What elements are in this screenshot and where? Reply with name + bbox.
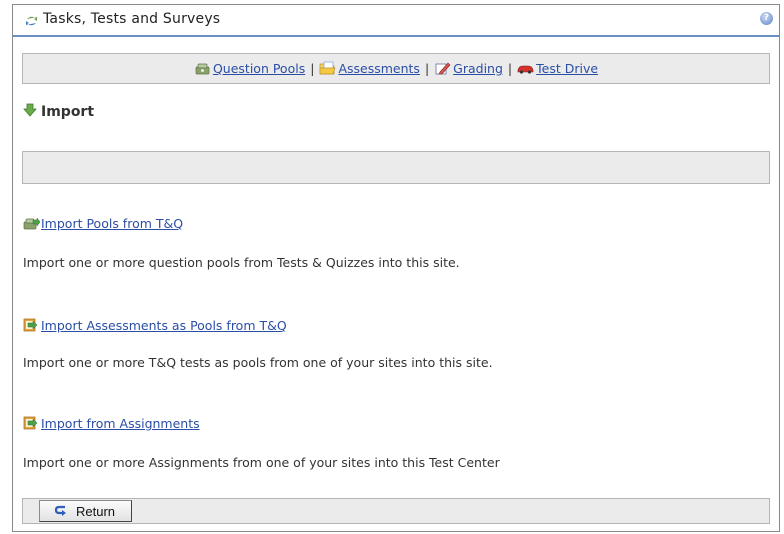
import-option-link-row: Import Assessments as Pools from T&Q xyxy=(23,318,287,333)
import-document-icon xyxy=(23,318,38,332)
button-bar: Return xyxy=(22,498,770,524)
return-arrow-icon xyxy=(54,505,66,516)
import-pools-description: Import one or more question pools from T… xyxy=(23,255,460,270)
import-pools-icon xyxy=(23,217,40,230)
return-button-label: Return xyxy=(76,504,116,519)
nav-assessments-link[interactable]: Assessments xyxy=(338,61,420,76)
import-arrow-icon xyxy=(23,103,37,117)
import-assessments-link[interactable]: Import Assessments as Pools from T&Q xyxy=(41,318,287,333)
help-icon[interactable]: ? xyxy=(760,12,773,25)
import-assignments-description: Import one or more Assignments from one … xyxy=(23,455,500,470)
tool-nav-bar: Question Pools | Assessments | Grading | Te… xyxy=(22,53,770,84)
page-title: Import xyxy=(41,104,95,120)
message-bar xyxy=(22,151,770,184)
return-button[interactable]: Return xyxy=(39,500,132,522)
grading-pencil-icon xyxy=(435,62,451,75)
tool-title: Tasks, Tests and Surveys xyxy=(43,11,221,27)
nav-separator: | xyxy=(310,61,315,76)
nav-test-drive-link[interactable]: Test Drive xyxy=(536,61,598,76)
import-document-icon xyxy=(23,416,38,430)
tool-title-bar: Tasks, Tests and Surveys ? xyxy=(13,5,779,37)
refresh-arrows-icon xyxy=(26,16,37,26)
import-assignments-link[interactable]: Import from Assignments xyxy=(41,416,200,431)
question-pools-icon xyxy=(195,63,210,75)
nav-grading-link[interactable]: Grading xyxy=(453,61,503,76)
import-pools-link[interactable]: Import Pools from T&Q xyxy=(41,216,183,231)
nav-separator: | xyxy=(507,61,513,76)
nav-separator: | xyxy=(424,61,430,76)
import-option-link-row: Import Pools from T&Q xyxy=(23,216,183,231)
assessments-folder-icon xyxy=(320,61,336,75)
import-option-link-row: Import from Assignments xyxy=(23,416,200,431)
tool-window: Tasks, Tests and Surveys ? Question Pool… xyxy=(12,4,780,532)
test-drive-car-icon xyxy=(517,65,534,74)
nav-question-pools-link[interactable]: Question Pools xyxy=(213,61,305,76)
import-assessments-description: Import one or more T&Q tests as pools fr… xyxy=(23,355,493,370)
